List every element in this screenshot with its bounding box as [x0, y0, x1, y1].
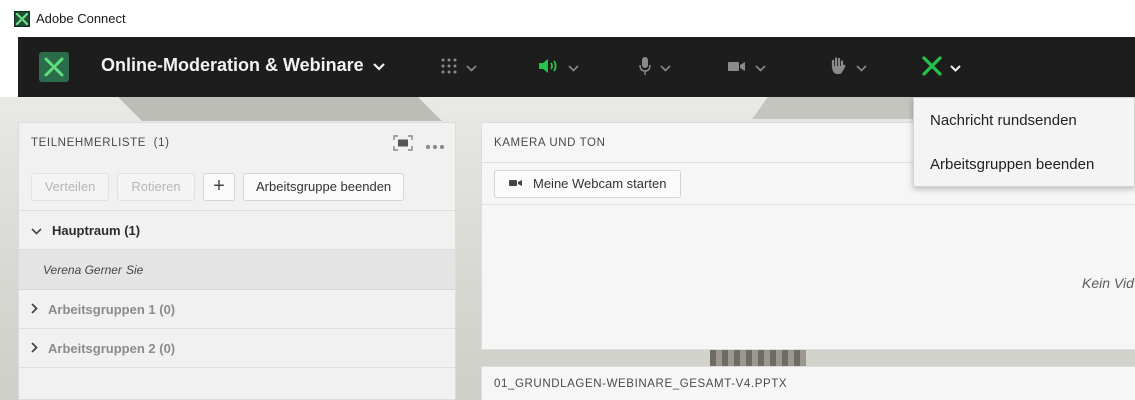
- menu-item-broadcast-message[interactable]: Nachricht rundsenden: [914, 98, 1134, 142]
- share-pod-header: 01_GRUNDLAGEN-WEBINARE_GESAMT-V4.PPTX: [481, 366, 1135, 400]
- more-options-icon[interactable]: [425, 137, 445, 155]
- microphone-menu-button[interactable]: [638, 56, 671, 81]
- camera-icon: [509, 176, 523, 191]
- end-group-button[interactable]: Arbeitsgruppe beenden: [243, 172, 405, 201]
- main-room-row[interactable]: Hauptraum (1): [19, 211, 455, 250]
- breakout-group-label: Arbeitsgruppen 2 (0): [48, 340, 176, 356]
- breakout-group-label: Arbeitsgruppen 1 (0): [48, 301, 176, 317]
- layouts-menu-button[interactable]: [440, 57, 477, 79]
- breakout-rooms-menu-button[interactable]: [922, 55, 961, 81]
- chevron-down-icon: [660, 59, 671, 77]
- adobe-connect-logo-icon: [14, 10, 30, 27]
- participant-row[interactable]: Verena Gerner Sie: [19, 250, 455, 290]
- meeting-room-menu[interactable]: Online-Moderation & Webinare: [101, 55, 385, 76]
- participant-list-pod: TEILNEHMERLISTE (1) Verteilen Rotieren +…: [18, 122, 456, 400]
- chevron-right-icon: [31, 341, 38, 356]
- meeting-logo-icon: [39, 52, 69, 82]
- start-webcam-label: Meine Webcam starten: [533, 176, 667, 191]
- speaker-menu-button[interactable]: [538, 57, 579, 79]
- ceiling-beam: [118, 97, 442, 121]
- meeting-room-title: Online-Moderation & Webinare: [101, 55, 364, 75]
- participant-list-title: TEILNEHMERLISTE (1): [31, 137, 170, 149]
- chevron-down-icon: [466, 59, 477, 77]
- rotate-button[interactable]: Rotieren: [117, 172, 195, 201]
- chevron-down-icon: [856, 59, 867, 77]
- chevron-right-icon: [31, 302, 38, 317]
- camera-menu-button[interactable]: [727, 57, 766, 79]
- camera-icon: [727, 59, 747, 78]
- participant-list-toolbar: Verteilen Rotieren + Arbeitsgruppe beend…: [19, 163, 455, 211]
- participant-list-header: TEILNEHMERLISTE (1): [19, 123, 455, 163]
- start-webcam-button[interactable]: Meine Webcam starten: [494, 169, 682, 198]
- menu-item-end-breakouts[interactable]: Arbeitsgruppen beenden: [914, 142, 1134, 186]
- fullscreen-icon[interactable]: [393, 135, 413, 156]
- hand-icon: [828, 56, 848, 81]
- breakout-group-row[interactable]: Arbeitsgruppen 2 (0): [19, 329, 455, 368]
- no-video-message: Kein Vid: [1082, 275, 1134, 291]
- chevron-down-icon: [31, 223, 42, 238]
- main-room-label: Hauptraum (1): [52, 222, 141, 238]
- speaker-icon: [538, 57, 560, 80]
- chevron-down-icon: [950, 59, 961, 77]
- window-titlebar: Adobe Connect: [0, 0, 1135, 37]
- distribute-button[interactable]: Verteilen: [31, 172, 109, 201]
- microphone-icon: [638, 56, 652, 81]
- breakout-icon: [922, 55, 942, 81]
- grid-icon: [440, 57, 458, 80]
- share-pod-title: 01_GRUNDLAGEN-WEBINARE_GESAMT-V4.PPTX: [494, 377, 788, 390]
- chevron-down-icon: [372, 55, 385, 76]
- participant-self-tag: Sie: [125, 262, 144, 277]
- participant-name: Verena Gerner: [43, 262, 122, 277]
- add-group-button[interactable]: +: [203, 172, 235, 201]
- breakout-dropdown-menu: Nachricht rundsenden Arbeitsgruppen been…: [913, 97, 1135, 187]
- raise-hand-menu-button[interactable]: [828, 56, 867, 81]
- chevron-down-icon: [568, 59, 579, 77]
- breakout-group-row[interactable]: Arbeitsgruppen 1 (0): [19, 290, 455, 329]
- camera-pod-title: KAMERA UND TON: [494, 136, 606, 149]
- window-title: Adobe Connect: [36, 11, 126, 26]
- chevron-down-icon: [755, 59, 766, 77]
- meeting-toolbar: Online-Moderation & Webinare: [18, 37, 1135, 97]
